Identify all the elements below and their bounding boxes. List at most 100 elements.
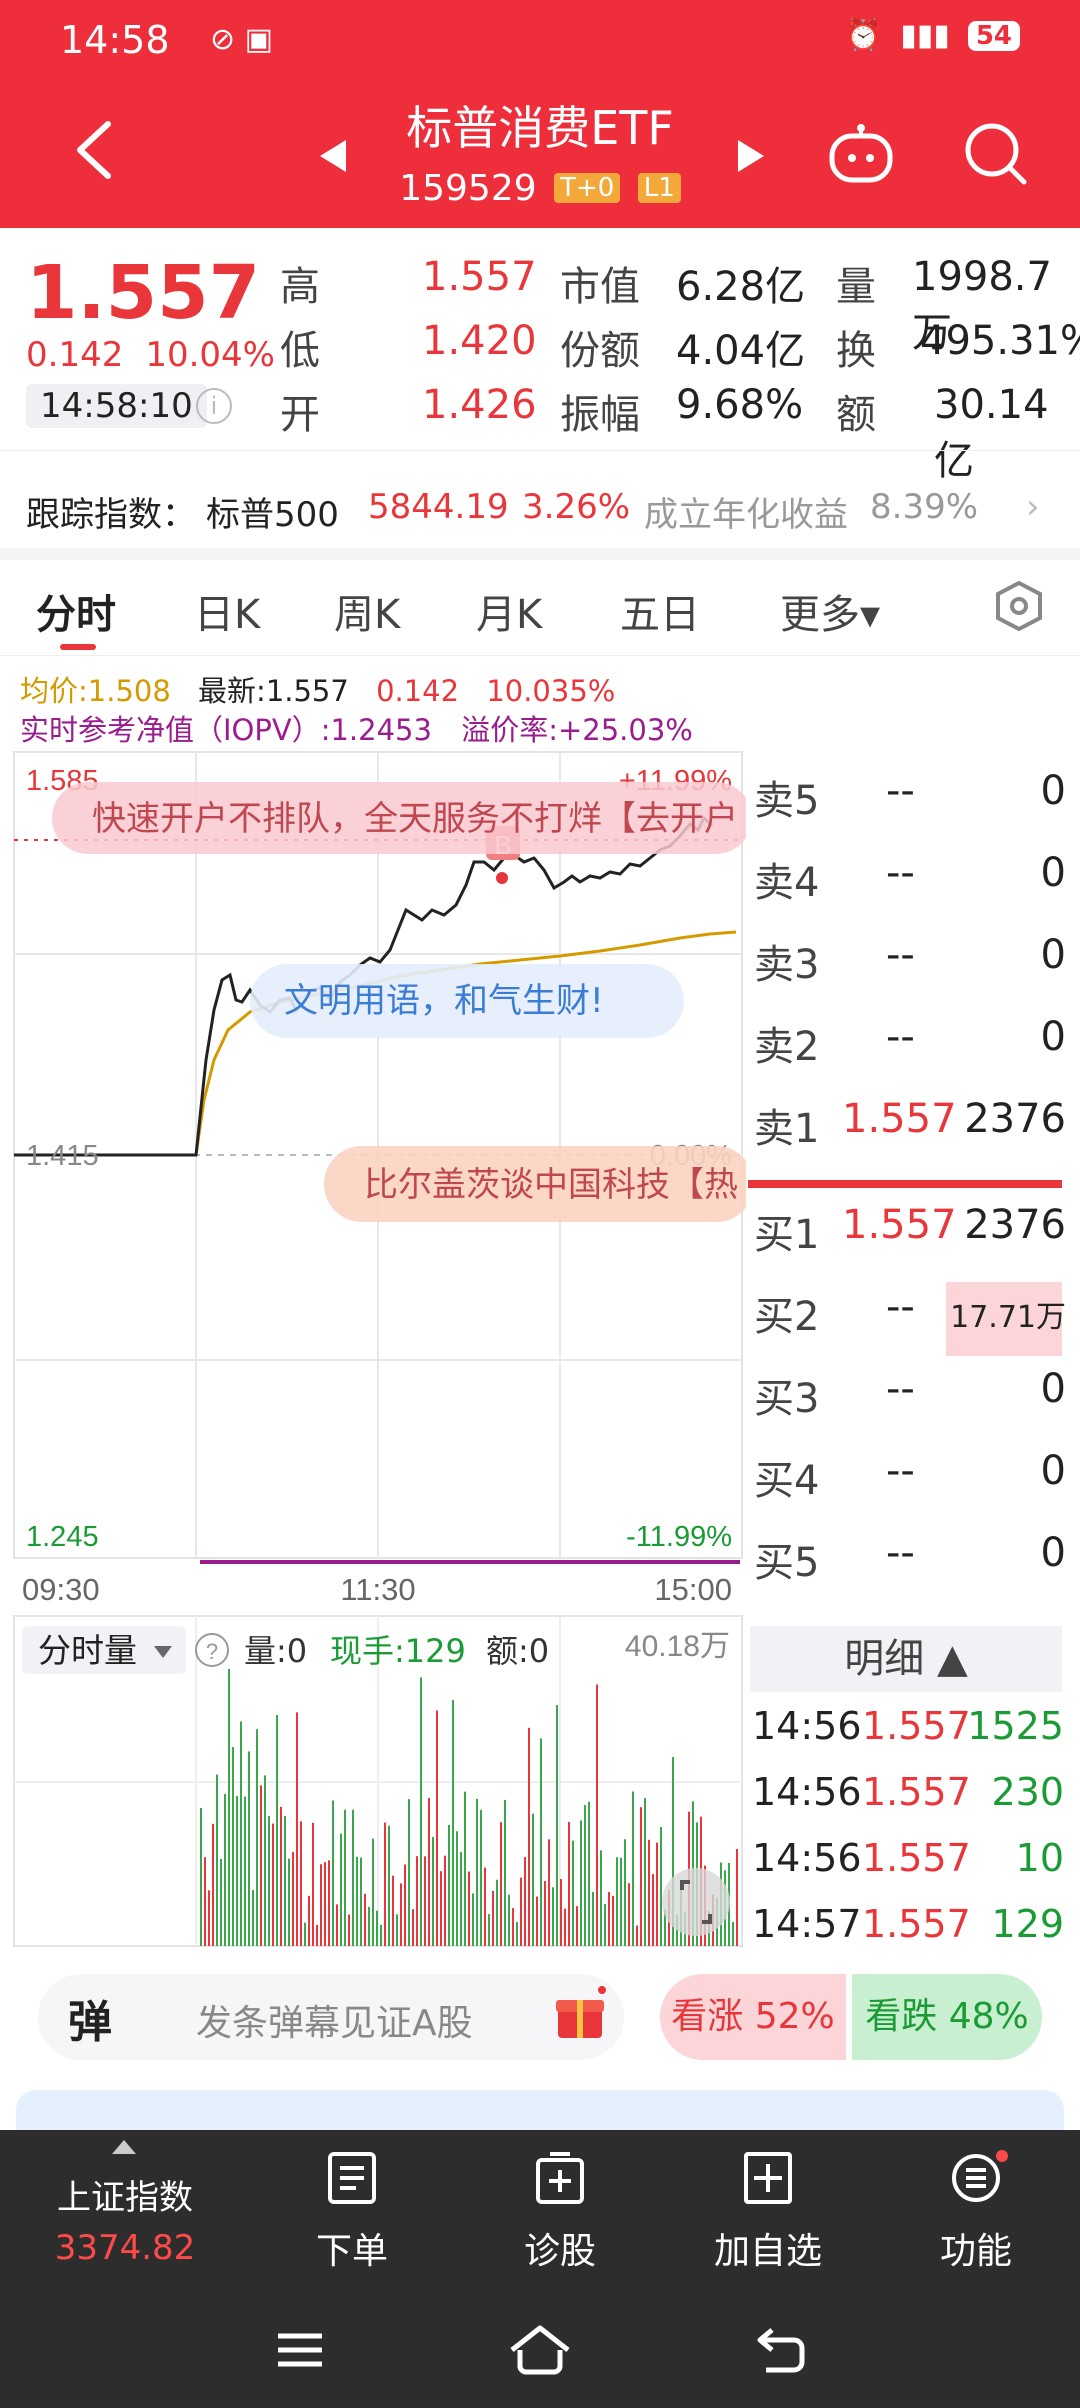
- ask-row-5[interactable]: 卖5 -- 0: [746, 750, 1066, 832]
- volume-bar: [360, 1857, 362, 1946]
- info-icon[interactable]: i: [196, 388, 232, 424]
- nav-functions[interactable]: 功能: [876, 2130, 1076, 2294]
- ask-row-2[interactable]: 卖2 -- 0: [746, 996, 1066, 1078]
- search-icon[interactable]: [960, 118, 1030, 188]
- volume-bar: [472, 1893, 474, 1946]
- danmaku-input[interactable]: 发条弹幕见证A股: [196, 1994, 473, 2046]
- volume-bar: [484, 1867, 486, 1946]
- tab-more[interactable]: 更多▾: [780, 582, 880, 640]
- legend-change-pct: 10.035%: [486, 674, 616, 708]
- volume-bars: [200, 1669, 738, 1946]
- bid2-volume: 17.71万: [950, 1300, 1066, 1335]
- volume-bar: [468, 1871, 470, 1946]
- trade-volume: 230: [991, 1770, 1064, 1814]
- index-ticker[interactable]: 上证指数 3374.82: [0, 2130, 250, 2294]
- ask-row-3[interactable]: 卖3 -- 0: [746, 914, 1066, 996]
- fullscreen-button[interactable]: [662, 1868, 730, 1936]
- volume-bar: [272, 1823, 274, 1946]
- last-price: 1.557: [26, 250, 261, 336]
- tab-weekly-k[interactable]: 周K: [334, 582, 400, 640]
- bid5-volume: 0: [1040, 1530, 1066, 1576]
- vote-bearish-button[interactable]: 看跌 48%: [852, 1974, 1042, 2060]
- vol-value-label: 量:0: [244, 1632, 307, 1670]
- tab-five-day[interactable]: 五日: [620, 582, 700, 640]
- tracking-index-row[interactable]: 跟踪指数： 标普500 5844.19 3.26% 成立年化收益 8.39% ›: [0, 450, 1080, 548]
- tab-daily-k[interactable]: 日K: [194, 582, 260, 640]
- volume-bar: [324, 1862, 326, 1946]
- volume-bar: [408, 1799, 410, 1946]
- avg-value: 1.508: [87, 674, 171, 708]
- home-icon[interactable]: [508, 2324, 572, 2376]
- menu-icon[interactable]: [276, 2330, 324, 2370]
- y-axis-bottom-label: 1.245: [26, 1521, 99, 1553]
- volume-bar: [428, 1797, 430, 1946]
- volume-bar: [236, 1795, 238, 1946]
- low-label: 低: [280, 328, 320, 374]
- bid-row-2[interactable]: 买2 -- 17.71万: [746, 1266, 1066, 1348]
- bid3-label: 买3: [754, 1376, 820, 1422]
- chart-tabs: 分时 日K 周K 月K 五日 更多▾: [0, 560, 1080, 656]
- annual-return-value: 8.39%: [870, 487, 979, 527]
- gift-icon[interactable]: [552, 1986, 608, 2042]
- volume-bar: [576, 1906, 578, 1946]
- vote-bullish-button[interactable]: 看涨 52%: [660, 1974, 846, 2060]
- volume-bar: [596, 1684, 598, 1946]
- turnover-value: 495.31%: [920, 318, 1080, 364]
- volume-bar: [320, 1864, 322, 1946]
- robot-assistant-icon[interactable]: [826, 120, 896, 190]
- trade-row: 14:56 1.557 10: [752, 1828, 1064, 1894]
- volume-bar: [440, 1871, 442, 1946]
- iopv-legend: 实时参考净值（IOPV）:1.2453 溢价率:+25.03%: [20, 707, 693, 749]
- bid1-price: 1.557: [842, 1202, 957, 1248]
- bid-row-1[interactable]: 买1 1.557 2376: [746, 1184, 1066, 1266]
- danmaku-toggle[interactable]: 弹: [68, 1986, 112, 2050]
- ask-row-1[interactable]: 卖1 1.557 2376: [746, 1078, 1066, 1160]
- price-change: 0.142 10.04%: [26, 335, 297, 375]
- bid-row-3[interactable]: 买3 -- 0: [746, 1348, 1066, 1430]
- order-doc-icon: [328, 2152, 376, 2204]
- volume-bar: [248, 1751, 250, 1946]
- news-banner[interactable]: [16, 2090, 1064, 2130]
- volume-bar: [224, 1793, 226, 1946]
- volume-bar: [368, 1906, 370, 1946]
- tab-intraday[interactable]: 分时: [36, 582, 116, 640]
- chart-settings-icon[interactable]: [994, 580, 1044, 632]
- alarm-icon: ⏰: [844, 18, 883, 53]
- volume-bar: [252, 1890, 254, 1946]
- trade-detail-header[interactable]: 明细 ▲: [750, 1626, 1062, 1692]
- bid5-price: --: [886, 1530, 915, 1576]
- trade-time: 14:56: [752, 1836, 862, 1880]
- volume-bar: [256, 1729, 258, 1946]
- bid-row-5[interactable]: 买5 -- 0: [746, 1512, 1066, 1594]
- volume-bar: [540, 1738, 542, 1946]
- nav-add-watchlist[interactable]: 加自选: [668, 2130, 868, 2294]
- volume-bar: [264, 1775, 266, 1946]
- nav-order[interactable]: 下单: [252, 2130, 452, 2294]
- volume-bar: [432, 1837, 434, 1946]
- amplitude-value: 9.68%: [676, 382, 804, 428]
- volume-bar: [732, 1921, 734, 1946]
- trade-time: 14:56: [752, 1704, 862, 1748]
- volume-bar: [544, 1881, 546, 1946]
- change-value: 0.142: [26, 335, 124, 375]
- trade-volume: 10: [1015, 1836, 1064, 1880]
- back-nav-icon[interactable]: [754, 2326, 806, 2374]
- volume-bar: [460, 1852, 462, 1946]
- bid-row-4[interactable]: 买4 -- 0: [746, 1430, 1066, 1512]
- chevron-right-icon: ›: [1026, 487, 1040, 527]
- iopv-label: 实时参考净值（IOPV）:: [20, 713, 331, 747]
- open-label: 开: [280, 392, 320, 438]
- ask5-label: 卖5: [754, 778, 820, 824]
- danmaku-bar[interactable]: 弹 发条弹幕见证A股: [38, 1974, 624, 2060]
- battery-icon: 54: [967, 20, 1020, 51]
- ask-row-4[interactable]: 卖4 -- 0: [746, 832, 1066, 914]
- volume-bar: [488, 1914, 490, 1946]
- intraday-chart[interactable]: B 1.585 +11.99% 1.415 0.00% 1.245 -11.99…: [0, 750, 746, 1950]
- bid4-volume: 0: [1040, 1448, 1066, 1494]
- volume-bar: [364, 1893, 366, 1946]
- ask2-label: 卖2: [754, 1024, 820, 1070]
- volume-bar: [656, 1842, 658, 1946]
- nav-diagnose[interactable]: 诊股: [460, 2130, 660, 2294]
- tab-monthly-k[interactable]: 月K: [476, 582, 542, 640]
- ask2-price: --: [886, 1014, 915, 1060]
